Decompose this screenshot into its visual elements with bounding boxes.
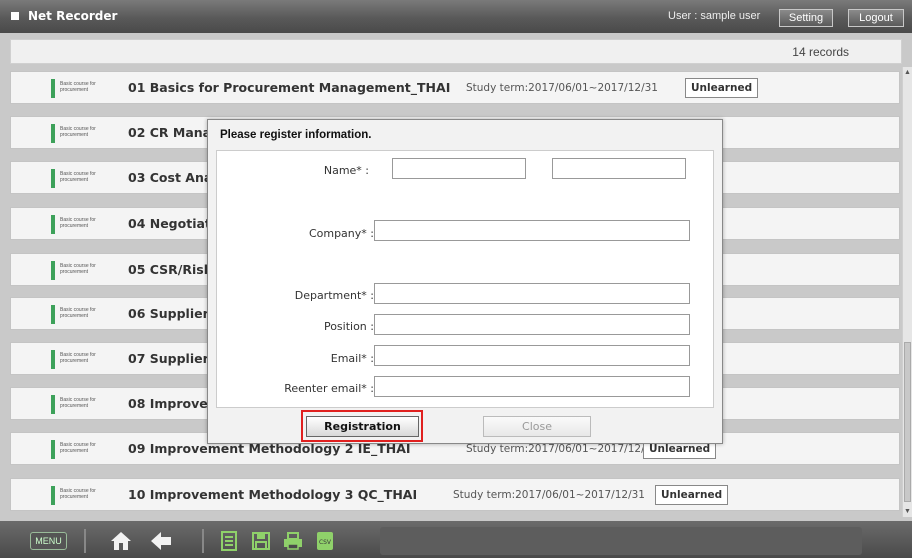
toolbar-divider (84, 529, 86, 553)
course-category: Basic course for procurement (60, 488, 96, 500)
email-field[interactable] (374, 345, 690, 366)
course-title[interactable]: 07 Supplier (128, 351, 209, 366)
course-term: Study term:2017/06/01~2017/12/31 (466, 82, 658, 94)
title-bar: Net Recorder User : sample user Setting … (0, 0, 912, 33)
course-marker (51, 395, 55, 414)
course-title[interactable]: 10 Improvement Methodology 3 QC_THAI (128, 487, 417, 502)
scroll-up-icon[interactable]: ▲ (904, 69, 911, 76)
dialog-title: Please register information. (220, 129, 372, 141)
back-arrow-icon[interactable] (150, 530, 172, 552)
course-marker (51, 305, 55, 324)
reenter-email-field[interactable] (374, 376, 690, 397)
course-title[interactable]: 08 Improve (128, 396, 208, 411)
status-badge: Unlearned (685, 78, 759, 98)
toolbar-tray (380, 527, 862, 555)
company-label: Company* : (308, 227, 374, 240)
course-category: Basic course for procurement (60, 171, 96, 183)
course-marker (51, 169, 55, 188)
records-bar: 14 records (10, 39, 902, 64)
toolbar-divider (202, 529, 204, 553)
menu-button[interactable]: MENU (30, 532, 67, 550)
course-title[interactable]: 02 CR Mana (128, 125, 211, 140)
close-button[interactable]: Close (483, 416, 591, 437)
dialog-body (216, 150, 714, 408)
course-marker (51, 79, 55, 98)
course-title[interactable]: 06 Supplier (128, 306, 209, 321)
course-title[interactable]: 05 CSR/Risl (128, 262, 208, 277)
scroll-thumb[interactable] (904, 342, 911, 502)
home-icon[interactable] (110, 530, 132, 552)
setting-button[interactable]: Setting (779, 9, 833, 27)
course-title[interactable]: 03 Cost Ana (128, 170, 212, 185)
position-field[interactable] (374, 314, 690, 335)
reenter-email-label: Reenter email* : (284, 382, 374, 395)
course-marker (51, 440, 55, 459)
registration-button[interactable]: Registration (306, 416, 419, 437)
course-term: Study term:2017/06/01~2017/12/31 (466, 443, 658, 455)
course-category: Basic course for procurement (60, 442, 96, 454)
course-row[interactable]: Basic course for procurement 10 Improvem… (10, 478, 900, 511)
course-title[interactable]: 01 Basics for Procurement Management_THA… (128, 80, 450, 95)
course-category: Basic course for procurement (60, 352, 96, 364)
name-label: Name* : (323, 164, 369, 177)
scroll-down-icon[interactable]: ▼ (904, 508, 911, 515)
company-field[interactable] (374, 220, 690, 241)
document-icon[interactable] (218, 530, 240, 552)
status-badge: Unlearned (655, 485, 729, 505)
svg-text:CSV: CSV (319, 539, 332, 546)
course-marker (51, 124, 55, 143)
course-marker (51, 261, 55, 280)
course-category: Basic course for procurement (60, 126, 96, 138)
course-marker (51, 215, 55, 234)
app-title: Net Recorder (28, 9, 118, 23)
course-term: Study term:2017/06/01~2017/12/31 (453, 489, 645, 501)
course-category: Basic course for procurement (60, 263, 96, 275)
course-category: Basic course for procurement (60, 81, 96, 93)
course-marker (51, 350, 55, 369)
position-label: Position : (323, 320, 374, 333)
save-icon[interactable] (250, 530, 272, 552)
email-label: Email* : (330, 352, 374, 365)
course-title[interactable]: 04 Negotiat (128, 216, 211, 231)
course-category: Basic course for procurement (60, 217, 96, 229)
course-category: Basic course for procurement (60, 397, 96, 409)
course-row[interactable]: Basic course for procurement 01 Basics f… (10, 71, 900, 104)
bottom-toolbar: MENU CSV (0, 521, 912, 558)
csv-icon[interactable]: CSV (314, 530, 336, 552)
records-count: 14 records (792, 45, 849, 59)
department-field[interactable] (374, 283, 690, 304)
last-name-field[interactable] (552, 158, 686, 179)
first-name-field[interactable] (392, 158, 526, 179)
course-marker (51, 486, 55, 505)
department-label: Department* : (294, 289, 374, 302)
user-info: User : sample user (668, 10, 761, 22)
app-logo-icon (11, 12, 19, 20)
course-category: Basic course for procurement (60, 307, 96, 319)
logout-button[interactable]: Logout (848, 9, 904, 27)
list-scrollbar[interactable]: ▲ ▼ (902, 67, 912, 517)
print-icon[interactable] (282, 530, 304, 552)
